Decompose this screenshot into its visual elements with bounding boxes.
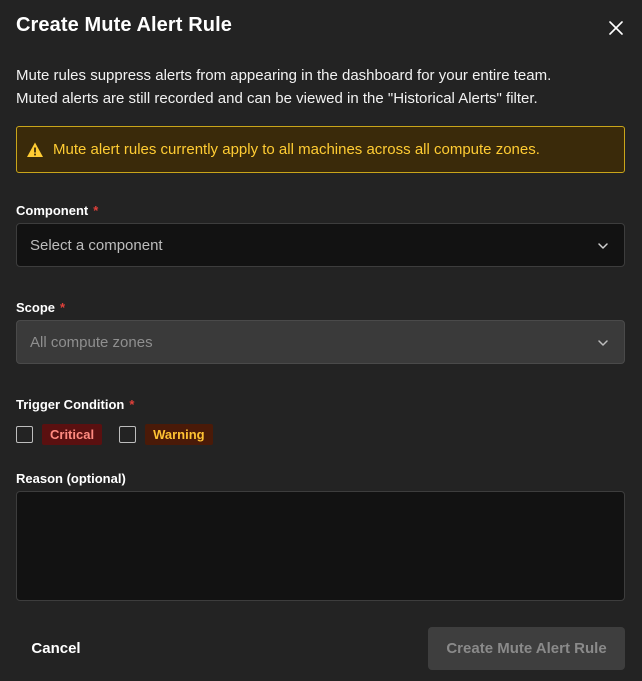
- warning-text: Mute alert rules currently apply to all …: [53, 141, 540, 158]
- reason-textarea[interactable]: [16, 491, 625, 601]
- dialog-title: Create Mute Alert Rule: [16, 14, 232, 36]
- dialog-description: Mute rules suppress alerts from appearin…: [16, 64, 626, 110]
- component-label: Component *: [16, 203, 98, 218]
- scope-value: All compute zones: [30, 333, 153, 351]
- warning-checkbox[interactable]: [119, 425, 137, 443]
- chevron-down-icon: [598, 243, 608, 249]
- critical-checkbox[interactable]: [16, 425, 33, 443]
- required-mark: *: [60, 300, 66, 315]
- critical-tag[interactable]: Critical: [42, 423, 103, 445]
- required-mark: *: [93, 203, 99, 218]
- scope-label-text: Scope: [16, 300, 56, 315]
- close-icon: [609, 21, 623, 35]
- create-mute-alert-rule-button[interactable]: Create Mute Alert Rule: [428, 627, 625, 670]
- component-label-text: Component: [16, 203, 89, 218]
- chevron-down-icon: [598, 340, 608, 346]
- trigger-condition-options: Critical Warning: [16, 423, 213, 445]
- component-placeholder: Select a component: [30, 236, 163, 254]
- description-line-2: Muted alerts are still recorded and can …: [16, 90, 538, 107]
- scope-select[interactable]: All compute zones: [16, 320, 625, 364]
- required-mark: *: [129, 397, 135, 412]
- warning-tag[interactable]: Warning: [145, 423, 213, 445]
- warning-banner: Mute alert rules currently apply to all …: [16, 126, 625, 173]
- reason-label: Reason (optional): [16, 471, 126, 486]
- component-select[interactable]: Select a component: [16, 223, 625, 267]
- close-button[interactable]: [604, 16, 628, 40]
- scope-label: Scope *: [16, 300, 65, 315]
- create-mute-alert-rule-dialog: Create Mute Alert Rule Mute rules suppre…: [0, 0, 642, 681]
- cancel-button[interactable]: Cancel: [16, 627, 96, 670]
- trigger-condition-label-text: Trigger Condition: [16, 397, 125, 412]
- warning-triangle-icon: [27, 142, 43, 157]
- description-line-1: Mute rules suppress alerts from appearin…: [16, 67, 552, 84]
- trigger-condition-label: Trigger Condition *: [16, 397, 134, 412]
